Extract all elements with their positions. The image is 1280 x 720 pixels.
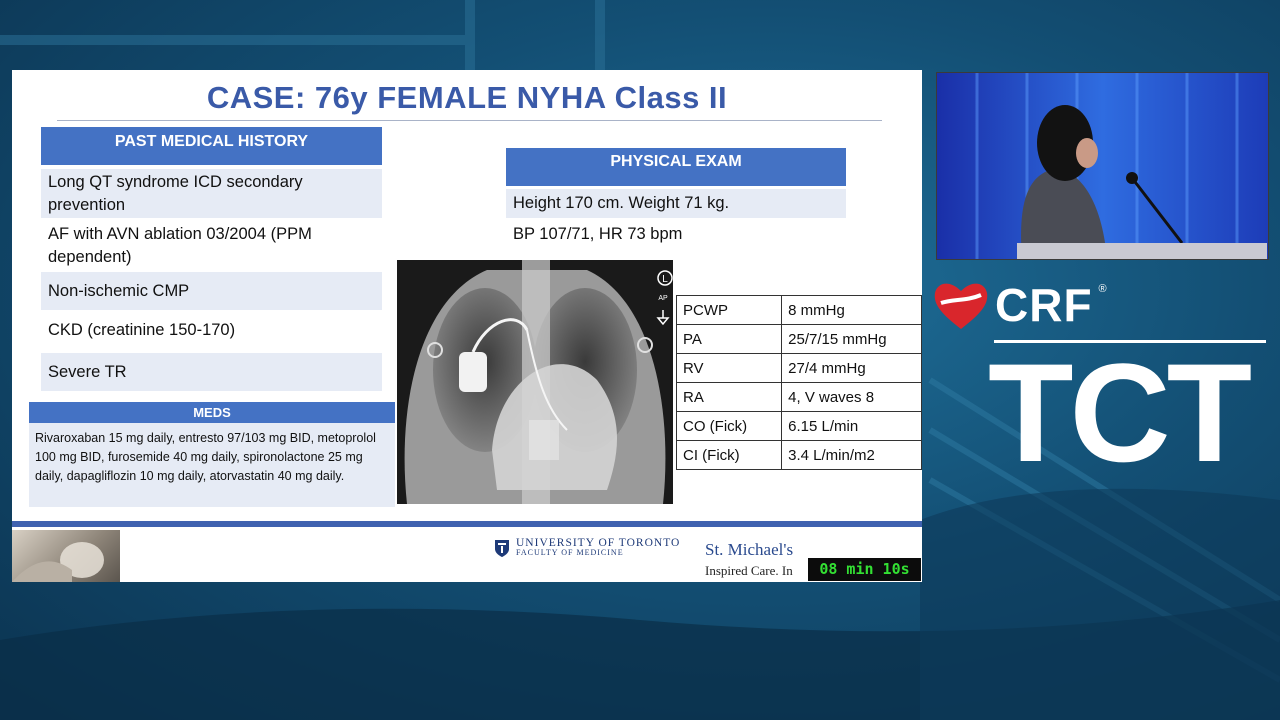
uoft-faculty: FACULTY OF MEDICINE [516, 548, 624, 557]
st-michaels-logo: St. Michael's Inspired Care. In [705, 540, 793, 579]
st-michaels-tagline: Inspired Care. In [705, 563, 793, 578]
title-divider [57, 120, 882, 121]
chest-xray-illustration: L AP [397, 260, 673, 504]
hemodynamics-value: 25/7/15 mmHg [781, 324, 922, 354]
xray-marker-left: L [662, 274, 668, 285]
statue-image [12, 530, 120, 582]
pmh-header: PAST MEDICAL HISTORY [41, 127, 382, 165]
tct-wordmark: TCT [988, 334, 1252, 491]
hemodynamics-row: RV 27/4 mmHg [675, 353, 922, 383]
hemodynamics-label: CO (Fick) [675, 411, 783, 441]
pmh-item: Long QT syndrome ICD secondary preventio… [41, 169, 382, 218]
st-michaels-name: St. Michael's [705, 540, 794, 559]
uoft-logo: UNIVERSITY OF TORONTO FACULTY OF MEDICIN… [494, 537, 681, 558]
hemodynamics-label: PA [675, 324, 783, 354]
uoft-name: UNIVERSITY OF TORONTO [516, 537, 681, 549]
hemodynamics-label: RA [675, 382, 783, 412]
presentation-slide: CASE: 76y FEMALE NYHA Class II PAST MEDI… [12, 70, 922, 582]
hemodynamics-row: CI (Fick) 3.4 L/min/m2 [675, 440, 922, 470]
physical-exam-item: BP 107/71, HR 73 bpm [513, 225, 683, 243]
crf-wordmark: CRF [995, 279, 1093, 331]
crf-heart-icon [934, 283, 988, 329]
speaker-video-illustration [937, 73, 1268, 259]
hemodynamics-row: RA 4, V waves 8 [675, 382, 922, 412]
pmh-item: Non-ischemic CMP [41, 272, 382, 310]
hemodynamics-value: 27/4 mmHg [781, 353, 922, 383]
hemodynamics-row: CO (Fick) 6.15 L/min [675, 411, 922, 441]
speaker-video-feed [936, 72, 1269, 260]
pmh-item: AF with AVN ablation 03/2004 (PPM depend… [48, 225, 312, 266]
xray-marker-ap: AP [658, 295, 668, 302]
presentation-timer: 08 min 10s [808, 558, 921, 581]
pmh-item: Severe TR [41, 353, 382, 391]
physical-exam-item: Height 170 cm. Weight 71 kg. [506, 189, 846, 218]
hemodynamics-row: PA 25/7/15 mmHg [675, 324, 922, 354]
meds-header: MEDS [29, 402, 395, 423]
hemodynamics-label: CI (Fick) [675, 440, 783, 470]
hemodynamics-value: 3.4 L/min/m2 [781, 440, 922, 470]
slide-title: CASE: 76y FEMALE NYHA Class II [206, 80, 728, 115]
pmh-item: CKD (creatinine 150-170) [48, 321, 236, 339]
crf-logo: CRF ® [933, 278, 1107, 332]
crf-registered-mark: ® [1098, 283, 1107, 295]
uoft-crest-icon [495, 540, 509, 557]
meds-text: Rivaroxaban 15 mg daily, entresto 97/103… [29, 423, 395, 507]
chest-xray-image: L AP [397, 260, 673, 504]
physical-exam-header: PHYSICAL EXAM [506, 148, 846, 186]
footer-rule [12, 521, 922, 527]
hemodynamics-value: 6.15 L/min [781, 411, 922, 441]
hemodynamics-value: 4, V waves 8 [781, 382, 922, 412]
hemodynamics-value: 8 mmHg [781, 295, 922, 325]
hemodynamics-row: PCWP 8 mmHg [675, 295, 922, 325]
statue-illustration [12, 542, 104, 582]
hemodynamics-table: PCWP 8 mmHg PA 25/7/15 mmHg RV 27/4 mmHg RA 4, … [675, 295, 922, 470]
hemodynamics-label: PCWP [675, 295, 783, 325]
hemodynamics-label: RV [675, 353, 783, 383]
